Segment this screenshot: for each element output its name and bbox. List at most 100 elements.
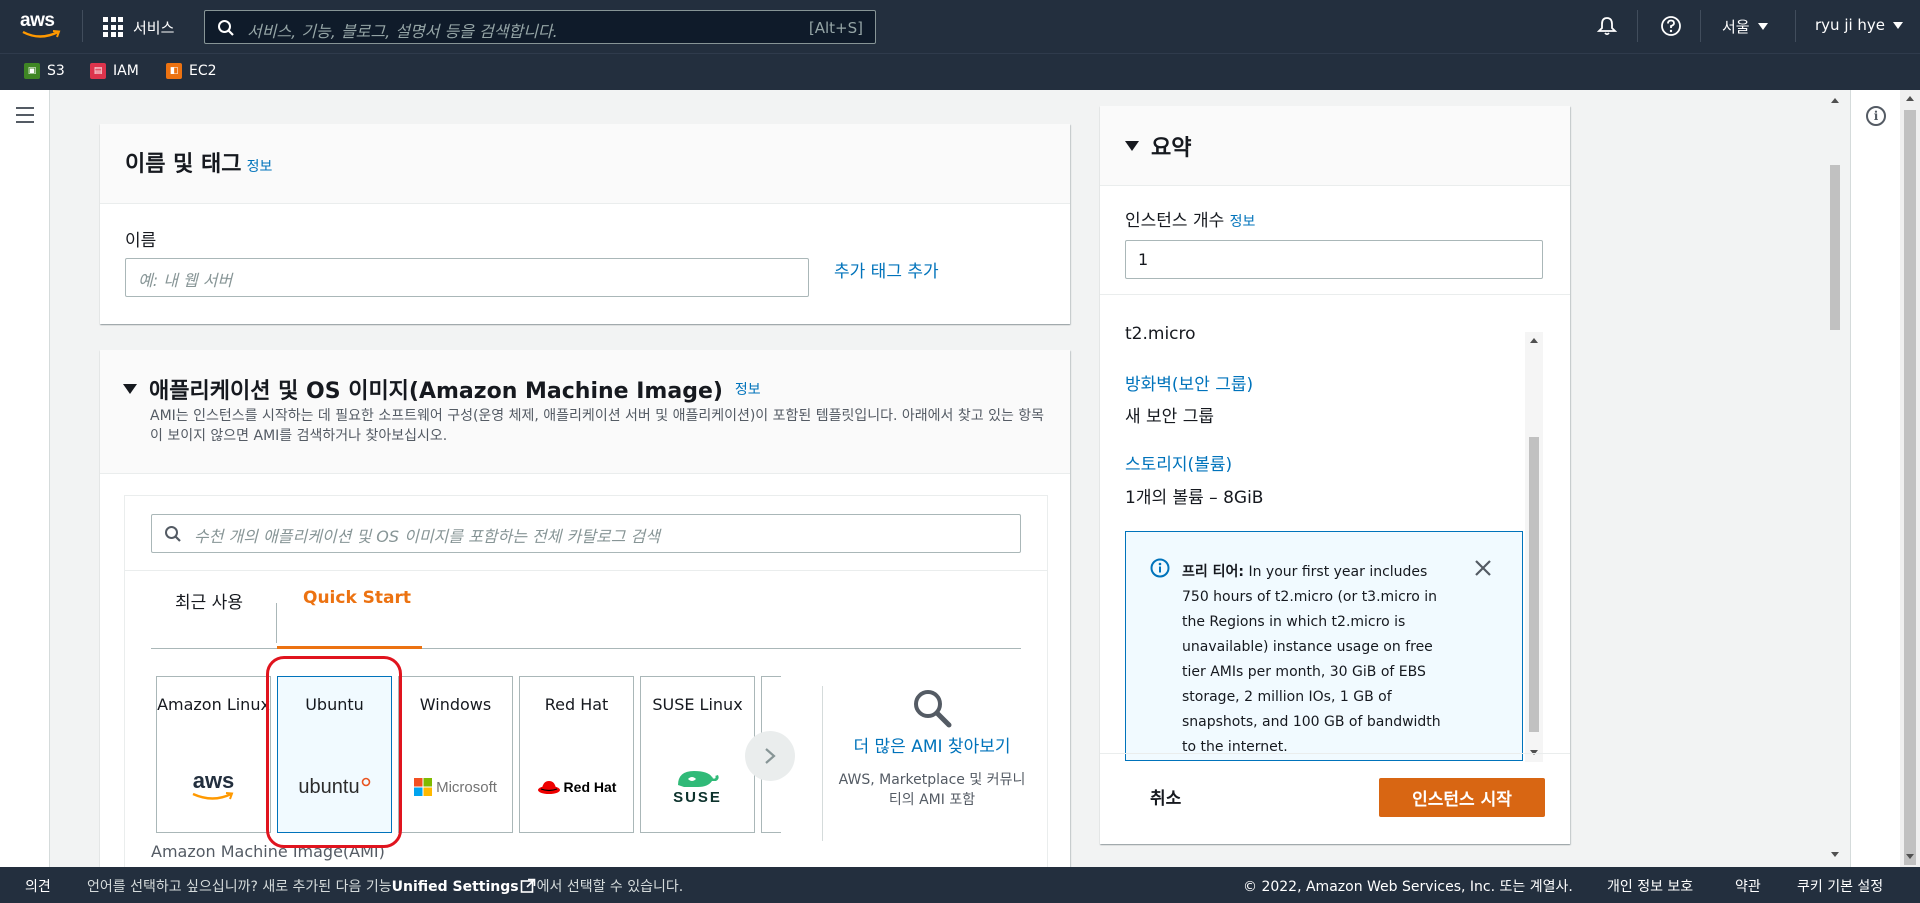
redhat-logo-icon: Red Hat: [520, 767, 633, 807]
ami-tile-name: Windows: [419, 695, 492, 714]
search-icon: [218, 20, 234, 36]
ami-search-placeholder: 수천 개의 애플리케이션 및 OS 이미지를 포함하는 전체 카탈로그 검색: [194, 527, 660, 546]
search-placeholder: 서비스, 기능, 블로그, 설명서 등을 검색합니다.: [247, 22, 558, 41]
nav-divider: [1795, 10, 1796, 42]
right-side-rail: i: [1850, 90, 1900, 867]
language-message: 언어를 선택하고 싶으십니까? 새로 추가된 다음 기능Unified Sett…: [87, 878, 684, 895]
ec2-icon: ◧: [166, 63, 182, 79]
summary-header: 요약: [1100, 106, 1570, 186]
copyright-text: © 2022, Amazon Web Services, Inc. 또는 계열사…: [1243, 879, 1573, 895]
ami-tile-red-hat[interactable]: Red Hat Red Hat: [519, 676, 634, 833]
grid-icon: [103, 17, 123, 37]
s3-icon: ▣: [24, 63, 40, 79]
info-panel-icon[interactable]: i: [1866, 106, 1886, 126]
footer-bar: 의견 언어를 선택하고 싶으십니까? 새로 추가된 다음 기능Unified S…: [0, 867, 1920, 903]
notifications-bell-icon[interactable]: [1596, 15, 1618, 37]
name-input[interactable]: 예: 내 웹 서버: [125, 258, 809, 297]
firewall-link[interactable]: 방화벽(보안 그룹): [1125, 370, 1253, 395]
name-and-tags-info-link[interactable]: 정보: [247, 159, 273, 175]
caret-down-icon: [1757, 23, 1768, 30]
tab-divider: [276, 603, 277, 643]
unified-settings-link[interactable]: Unified Settings: [392, 879, 519, 895]
tab-quick-start[interactable]: Quick Start: [303, 588, 411, 608]
browse-more-link[interactable]: 더 많은 AMI 찾아보기: [837, 734, 1027, 760]
cookie-preferences-link[interactable]: 쿠키 기본 설정: [1797, 876, 1883, 896]
top-navigation: aws 서비스 서비스, 기능, 블로그, 설명서 등을 검색합니다. [Alt…: [0, 0, 1920, 53]
ami-tile-name: Amazon Linux: [157, 695, 270, 714]
terms-link[interactable]: 약관: [1735, 876, 1761, 896]
ami-panel-header: 애플리케이션 및 OS 이미지(Amazon Machine Image) 정보…: [100, 350, 1070, 474]
favorite-label: EC2: [189, 63, 217, 79]
nav-divider: [82, 10, 83, 42]
global-search-input[interactable]: 서비스, 기능, 블로그, 설명서 등을 검색합니다. [Alt+S]: [204, 10, 876, 44]
help-icon[interactable]: [1660, 15, 1682, 37]
favorite-ec2[interactable]: ◧ EC2: [166, 63, 217, 79]
page-scrollbar[interactable]: [1900, 90, 1920, 867]
page-scrollbar-thumb[interactable]: [1904, 110, 1916, 865]
account-menu[interactable]: ryu ji hye: [1815, 16, 1904, 34]
services-menu-button[interactable]: 서비스: [103, 15, 174, 39]
hamburger-menu-icon[interactable]: [16, 107, 34, 128]
content-scrollbar[interactable]: [1826, 90, 1844, 867]
ami-catalog-search-input[interactable]: 수천 개의 애플리케이션 및 OS 이미지를 포함하는 전체 카탈로그 검색: [151, 514, 1021, 553]
ami-info-link[interactable]: 정보: [735, 379, 761, 399]
aws-logo[interactable]: aws: [20, 10, 64, 42]
ami-tile-suse-linux[interactable]: SUSE Linux SUSE: [640, 676, 755, 833]
storage-link[interactable]: 스토리지(볼륨): [1125, 450, 1232, 475]
storage-value: 1개의 볼륨 – 8GiB: [1125, 488, 1264, 508]
microsoft-logo-icon: Microsoft: [399, 767, 512, 807]
collapse-triangle-icon[interactable]: [123, 384, 137, 394]
name-and-tags-panel: 이름 및 태그 정보 이름 예: 내 웹 서버 추가 태그 추가: [100, 124, 1070, 324]
launch-instance-button[interactable]: 인스턴스 시작: [1379, 778, 1545, 817]
ami-tile-amazon-linux[interactable]: Amazon Linux aws: [156, 676, 271, 833]
cancel-button[interactable]: 취소: [1150, 784, 1181, 809]
firewall-value: 새 보안 그룹: [1125, 407, 1215, 427]
browse-divider: [822, 686, 823, 841]
search-shortcut: [Alt+S]: [808, 19, 863, 37]
region-label: 서울: [1722, 18, 1750, 36]
collapse-triangle-icon[interactable]: [1125, 141, 1139, 151]
services-label: 서비스: [133, 18, 175, 37]
ami-catalog-container: 수천 개의 애플리케이션 및 OS 이미지를 포함하는 전체 카탈로그 검색 최…: [124, 495, 1048, 867]
nav-divider: [1637, 10, 1638, 42]
instance-count-info-link[interactable]: 정보: [1230, 214, 1256, 230]
aws-logo-text: aws: [20, 10, 55, 31]
name-field-label: 이름: [125, 231, 157, 251]
ami-panel: 애플리케이션 및 OS 이미지(Amazon Machine Image) 정보…: [100, 350, 1070, 867]
caret-down-icon: [1893, 21, 1904, 29]
summary-scrollbar-thumb[interactable]: [1529, 437, 1539, 732]
left-side-rail: [0, 90, 50, 867]
region-selector[interactable]: 서울: [1722, 16, 1768, 37]
name-and-tags-title: 이름 및 태그: [125, 152, 242, 177]
instance-count-label: 인스턴스 개수 정보: [1125, 206, 1255, 231]
instance-count-label-text: 인스턴스 개수: [1125, 211, 1225, 231]
aws-logo-icon: aws: [157, 767, 270, 807]
privacy-link[interactable]: 개인 정보 보호: [1607, 876, 1693, 896]
suse-logo-icon: SUSE: [641, 759, 754, 811]
summary-scrollbar[interactable]: [1525, 332, 1543, 762]
ami-tile-name: Red Hat: [544, 695, 609, 714]
favorites-bar: ▣ S3 ▤ IAM ◧ EC2: [0, 53, 1920, 90]
selection-highlight-annotation: [266, 656, 402, 848]
add-tag-link[interactable]: 추가 태그 추가: [834, 257, 939, 282]
tab-recent[interactable]: 최근 사용: [175, 588, 243, 613]
favorite-label: S3: [47, 63, 65, 79]
browse-more-amis[interactable]: 더 많은 AMI 찾아보기 AWS, Marketplace 및 커뮤니티의 A…: [837, 686, 1027, 810]
ami-tile-windows[interactable]: Windows Microsoft: [398, 676, 513, 833]
free-tier-text: 프리 티어: In your first year includes 750 h…: [1182, 564, 1441, 755]
favorite-s3[interactable]: ▣ S3: [24, 63, 65, 79]
summary-panel: 요약 인스턴스 개수 정보 1 t2.micro 방화벽(보안 그룹) 새 보안…: [1100, 106, 1570, 844]
iam-icon: ▤: [90, 63, 106, 79]
tab-active-indicator: [277, 646, 422, 649]
name-input-placeholder: 예: 내 웹 서버: [138, 271, 233, 290]
instance-count-input[interactable]: 1: [1125, 240, 1543, 279]
external-link-icon: [520, 878, 535, 893]
ami-next-button[interactable]: [745, 731, 795, 781]
favorite-iam[interactable]: ▤ IAM: [90, 63, 139, 79]
content-scrollbar-thumb[interactable]: [1830, 165, 1840, 330]
search-magnifier-icon: [914, 690, 952, 728]
ami-title: 애플리케이션 및 OS 이미지(Amazon Machine Image): [149, 379, 723, 404]
close-icon[interactable]: [1474, 559, 1492, 577]
search-icon: [165, 526, 181, 542]
feedback-link[interactable]: 의견: [25, 876, 51, 896]
